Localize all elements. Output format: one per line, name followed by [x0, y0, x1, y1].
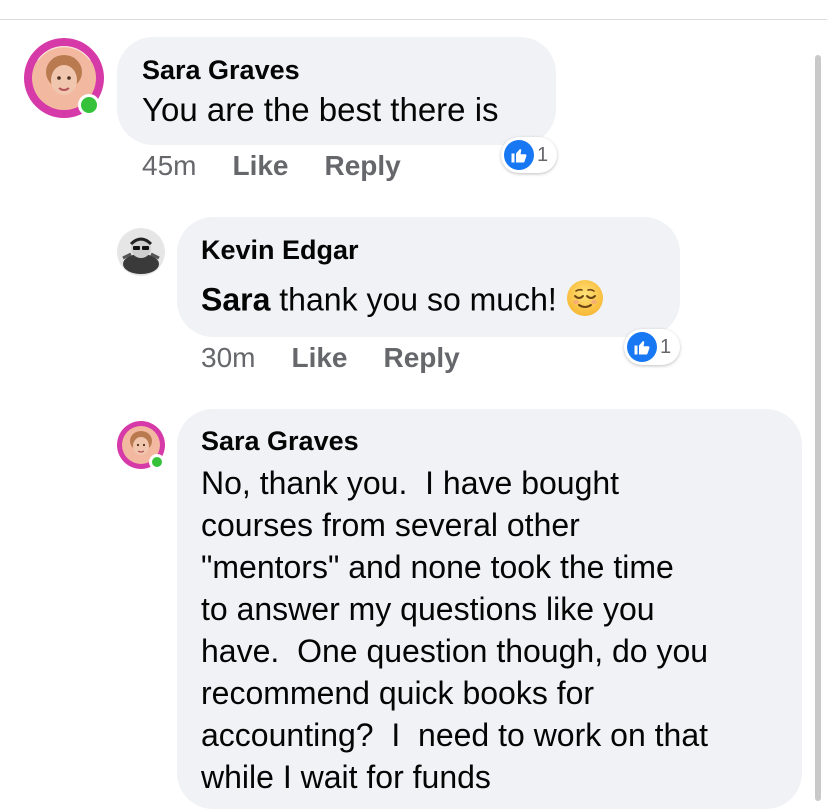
- comment-text-line: to answer my questions like you: [201, 591, 655, 627]
- profile-picture: [117, 228, 165, 276]
- avatar[interactable]: [117, 228, 165, 276]
- comment-bubble: Kevin Edgar Sara thank you so much!: [177, 217, 680, 337]
- comment-author[interactable]: Sara Graves: [201, 426, 359, 457]
- comment-timestamp[interactable]: 45m: [142, 150, 196, 182]
- like-reaction-icon: [627, 332, 657, 362]
- like-button[interactable]: Like: [232, 150, 288, 182]
- like-reaction-icon: [504, 140, 534, 170]
- reaction-count[interactable]: 1: [624, 329, 680, 365]
- reply-button[interactable]: Reply: [325, 150, 401, 182]
- relieved-face-emoji-icon: [566, 279, 604, 325]
- comment-text: You are the best there is: [142, 91, 499, 128]
- comment-author[interactable]: Sara Graves: [142, 55, 300, 86]
- comment-text-line: courses from several other: [201, 507, 580, 543]
- comment-text-line: "mentors" and none took the time: [201, 549, 674, 585]
- comment-actions: 45m Like Reply: [142, 150, 401, 182]
- comment-text-line: accounting? I need to work on that: [201, 717, 708, 753]
- online-status-indicator: [149, 454, 165, 470]
- comment-text: No, thank you. I have bought courses fro…: [201, 462, 708, 798]
- like-button[interactable]: Like: [291, 342, 347, 374]
- avatar[interactable]: [24, 38, 104, 118]
- comment-text-line: while I wait for funds: [201, 759, 491, 795]
- comment-text-body: thank you so much!: [270, 281, 566, 318]
- reaction-count[interactable]: 1: [501, 137, 557, 173]
- avatar[interactable]: [117, 421, 165, 470]
- comment-actions: 30m Like Reply: [201, 342, 460, 374]
- reply-button[interactable]: Reply: [384, 342, 460, 374]
- comment-author[interactable]: Kevin Edgar: [201, 235, 359, 266]
- scrollbar[interactable]: [815, 55, 821, 801]
- reaction-count-number: 1: [660, 335, 672, 358]
- comment-text: Sara thank you so much!: [201, 279, 604, 325]
- comment-text-line: No, thank you. I have bought: [201, 465, 620, 501]
- comment-timestamp[interactable]: 30m: [201, 342, 255, 374]
- comment-bubble: Sara Graves No, thank you. I have bought…: [177, 409, 802, 809]
- top-divider: [0, 19, 827, 20]
- online-status-indicator: [78, 94, 100, 116]
- comment-text-line: recommend quick books for: [201, 675, 595, 711]
- comment-bubble: Sara Graves You are the best there is: [117, 37, 556, 145]
- comment-text-line: have. One question though, do you: [201, 633, 709, 669]
- mention-link[interactable]: Sara: [201, 281, 270, 317]
- reaction-count-number: 1: [537, 143, 549, 166]
